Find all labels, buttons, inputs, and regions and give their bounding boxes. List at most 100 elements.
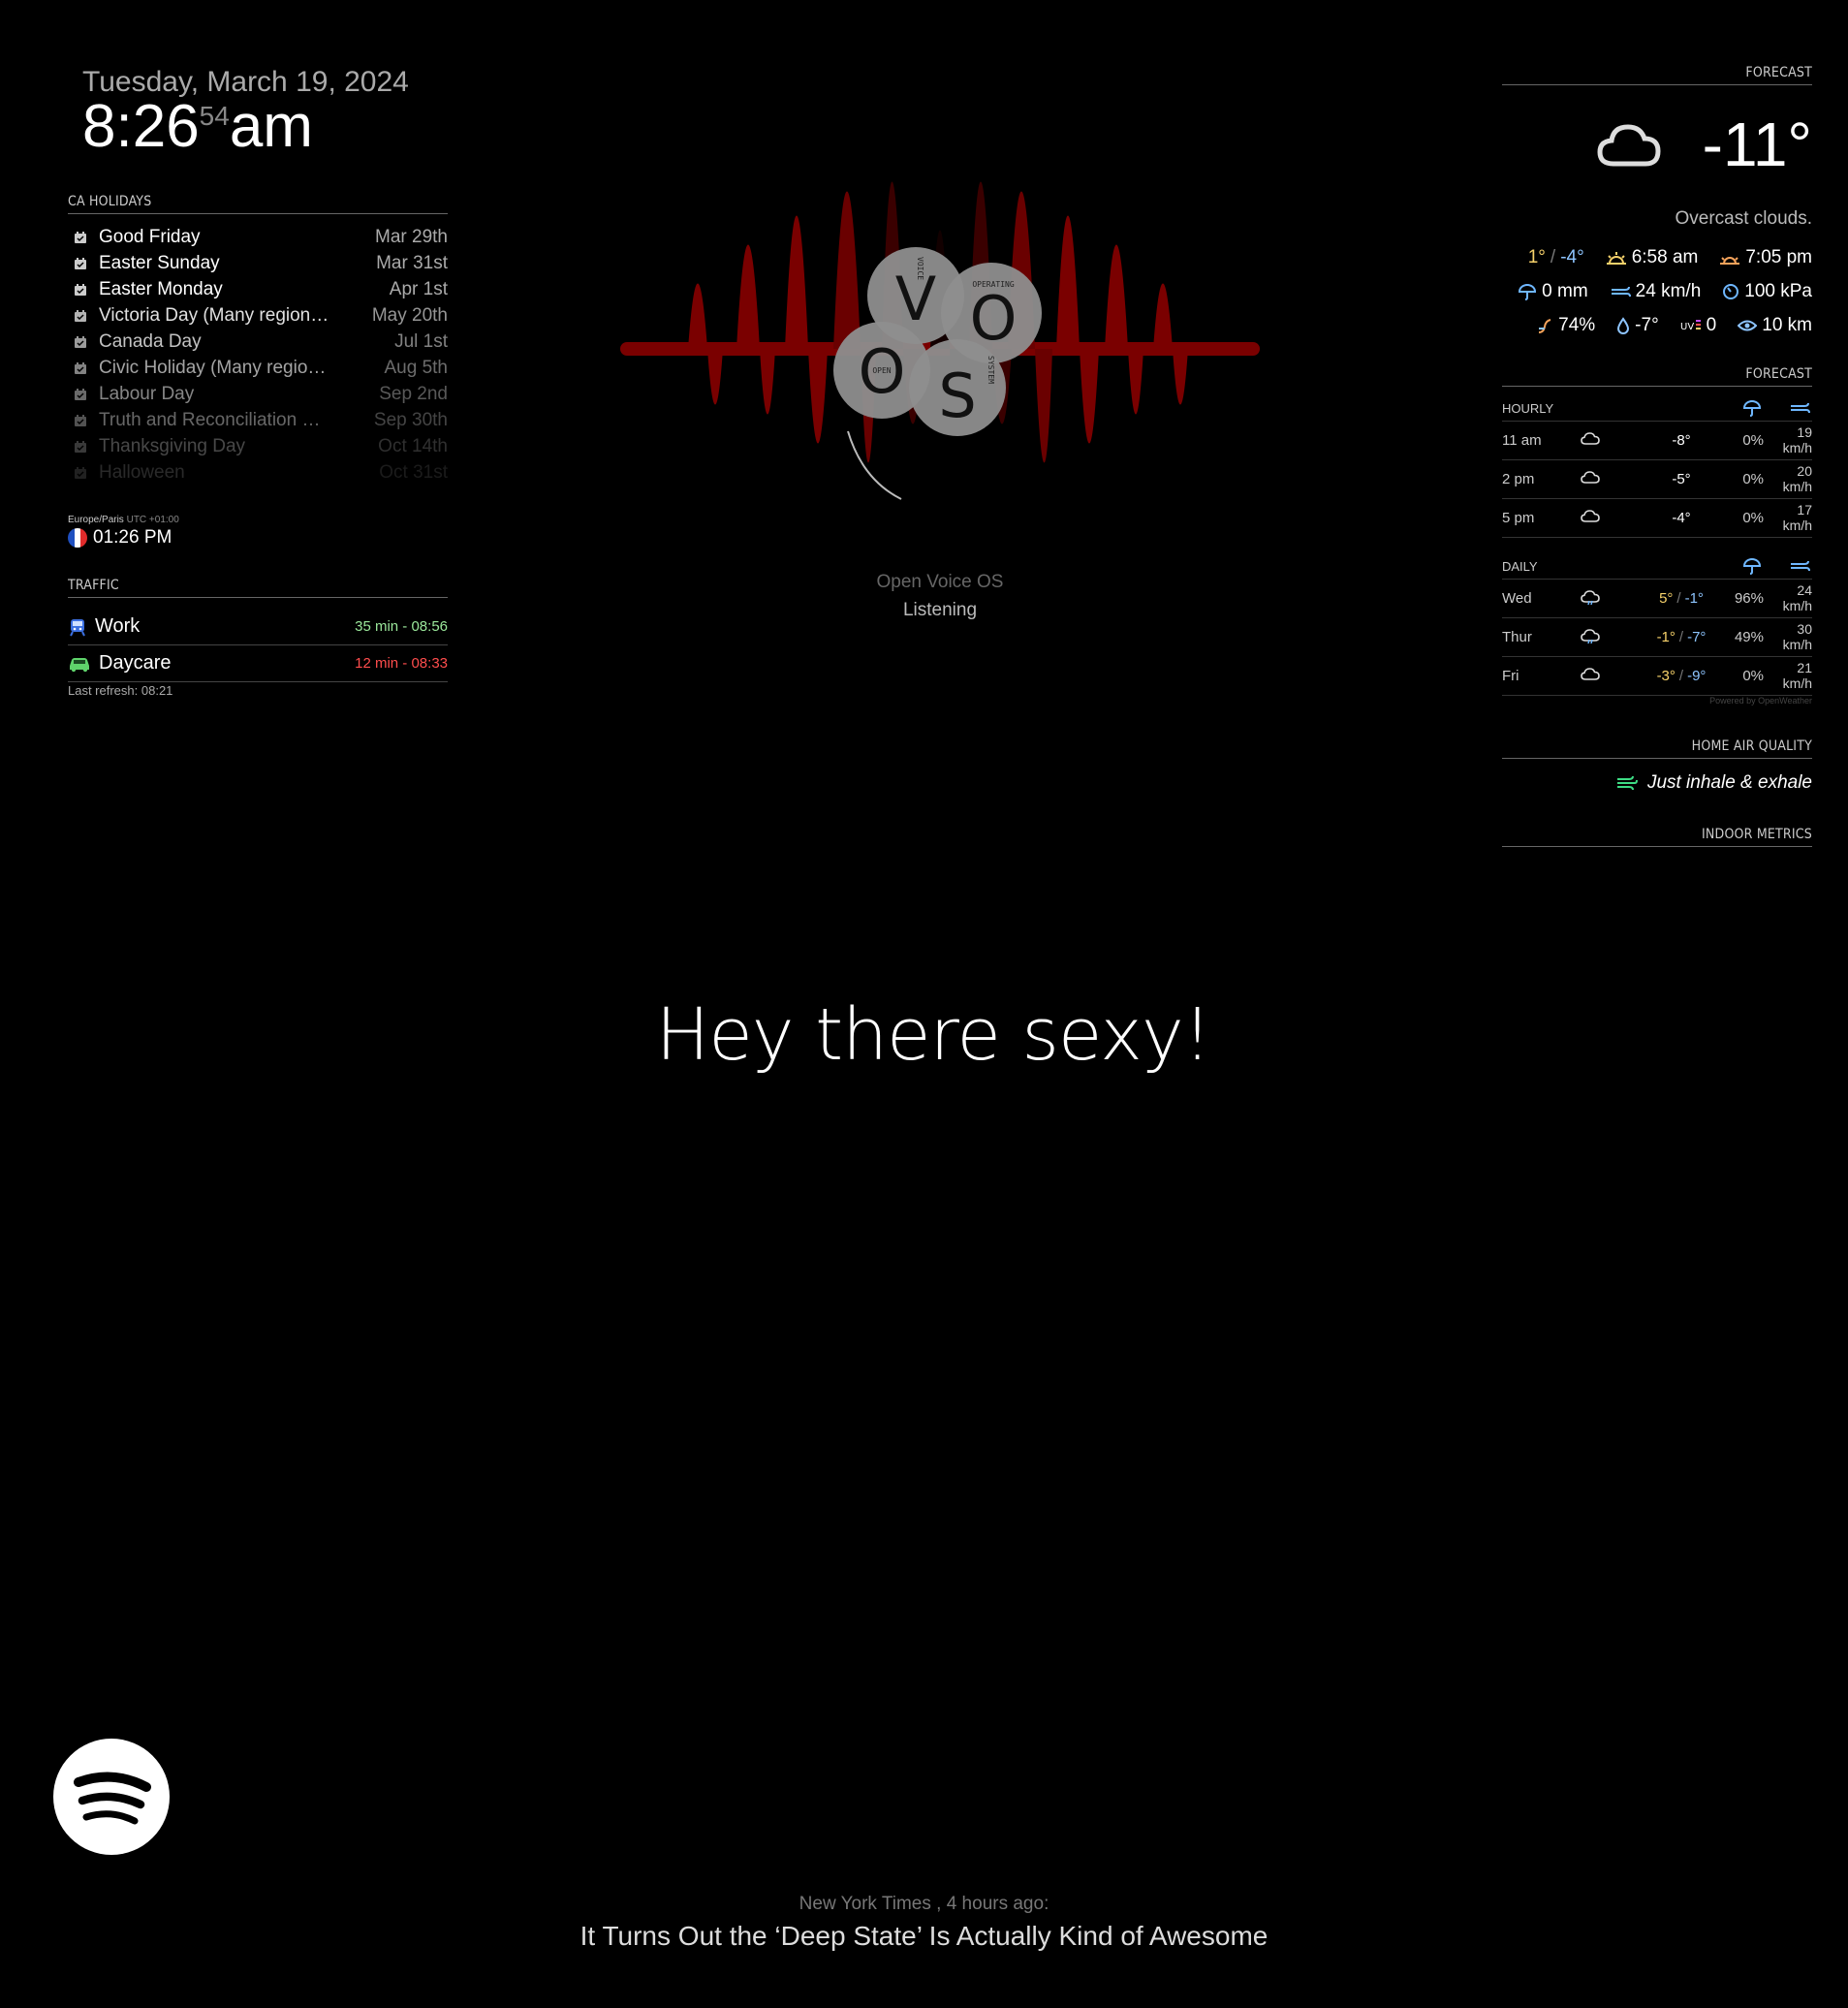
air-quality-text: Just inhale & exhale — [1646, 772, 1812, 793]
forecast-header: FORECAST — [1502, 65, 1812, 85]
holiday-name: Easter Sunday — [99, 252, 220, 273]
ovos-logo-o: O — [970, 283, 1018, 354]
traffic-header: TRAFFIC — [68, 578, 448, 598]
holiday-row: Civic Holiday (Many regio… Aug 5th — [68, 355, 448, 381]
time-seconds: 54 — [199, 101, 230, 131]
holiday-date: Oct 31st — [379, 461, 448, 483]
current-row-2: 0 mm 24 km/h 100 kPa — [1502, 281, 1812, 302]
time-display: 8:2654am — [82, 97, 313, 157]
daily-wind-value: 21 — [1797, 660, 1812, 676]
calendar-icon — [75, 414, 86, 426]
holiday-date: Oct 14th — [378, 435, 448, 456]
daily-lo: -1° — [1684, 590, 1704, 607]
time-ampm: am — [229, 93, 313, 160]
calendar-icon — [75, 440, 86, 453]
pressure-value: 100 kPa — [1744, 281, 1812, 301]
holiday-name: Truth and Reconciliation … — [99, 409, 321, 430]
daily-label: DAILY — [1502, 558, 1538, 574]
daily-wind: 21 km/h — [1764, 660, 1812, 691]
daily-forecast: DAILY Wed 5° / -1° 96% 24 km/h Thur -1° / -7° 49% 30… — [1502, 553, 1812, 696]
sunrise: 6:58 am — [1606, 247, 1699, 268]
france-flag-icon — [68, 528, 87, 548]
holiday-row: Good Friday Mar 29th — [68, 224, 448, 250]
holiday-name: Labour Day — [99, 383, 195, 404]
humidity: 74% — [1536, 315, 1595, 336]
umbrella-icon — [1519, 284, 1537, 300]
sunset-time: 7:05 pm — [1745, 247, 1812, 267]
hourly-row: 2 pm -5° 0% 20 km/h — [1502, 460, 1812, 499]
uv-icon: UV — [1680, 320, 1701, 332]
news-source: New York Times , 4 hours ago: — [799, 1894, 1049, 1914]
holidays-header: CA HOLIDAYS — [68, 194, 448, 214]
hi-lo: 1° / -4° — [1527, 247, 1584, 267]
holiday-date: May 20th — [371, 304, 448, 326]
holiday-date: Apr 1st — [389, 278, 448, 299]
ovos-logo-voice: VOICE — [916, 257, 924, 280]
ovos-logo-open: OPEN — [872, 366, 891, 375]
holiday-name: Halloween — [99, 461, 185, 483]
hourly-pop: 0% — [1742, 510, 1764, 526]
hourly-time: 5 pm — [1502, 510, 1535, 526]
lo-temp: -4° — [1560, 247, 1584, 267]
air-quality-header: HOME AIR QUALITY — [1502, 738, 1812, 759]
ovos-logo: V O O S OPERATING OPEN VOICE SYSTEM — [620, 181, 1260, 500]
sunset-icon — [1720, 257, 1740, 265]
daily-row: Thur -1° / -7° 49% 30 km/h — [1502, 618, 1812, 657]
ovos-logo-v: V — [895, 264, 936, 334]
holiday-row: Victoria Day (Many region… May 20th — [68, 302, 448, 329]
hourly-time: 2 pm — [1502, 471, 1535, 487]
daily-day: Thur — [1502, 629, 1532, 645]
precip: 0 mm — [1518, 281, 1588, 302]
wind-icon — [1791, 560, 1810, 572]
traffic-route-label: Daycare — [99, 652, 172, 674]
calendar-icon — [75, 335, 86, 348]
daily-hi: -3° — [1656, 668, 1676, 684]
daily-wind-unit: km/h — [1782, 597, 1812, 613]
news-headline[interactable]: It Turns Out the ‘Deep State’ Is Actuall… — [291, 1921, 1557, 1952]
spotify-icon[interactable] — [53, 1739, 170, 1855]
daily-hilo: -1° / -7° — [1656, 629, 1707, 645]
holiday-name: Civic Holiday (Many regio… — [99, 357, 327, 378]
hourly-label: HOURLY — [1502, 400, 1554, 416]
holiday-row: Labour Day Sep 2nd — [68, 381, 448, 407]
calendar-icon — [75, 283, 86, 296]
holiday-row: Thanksgiving Day Oct 14th — [68, 433, 448, 459]
daily-wind: 30 km/h — [1764, 621, 1812, 652]
dewpoint-value: -7° — [1635, 315, 1659, 335]
current-weather: -11° — [1502, 109, 1812, 180]
traffic-route-eta: 12 min - 08:33 — [355, 655, 448, 672]
cloud-rain-icon — [1581, 589, 1600, 605]
holiday-name: Canada Day — [99, 330, 202, 352]
hourly-wind-value: 20 — [1797, 463, 1812, 480]
visibility-value: 10 km — [1762, 315, 1812, 335]
pressure: 100 kPa — [1722, 281, 1812, 302]
hourly-temp: -8° — [1672, 432, 1691, 449]
forecast2-header: FORECAST — [1502, 366, 1812, 387]
current-row-3: 74% -7° UV 0 10 km — [1502, 315, 1812, 336]
cloud-icon — [1581, 470, 1600, 484]
calendar-icon — [75, 388, 86, 400]
sunrise-time: 6:58 am — [1631, 247, 1699, 267]
daily-rows: Wed 5° / -1° 96% 24 km/h Thur -1° / -7° 49% 30 km/h Fr… — [1502, 580, 1812, 696]
holiday-name: Thanksgiving Day — [99, 435, 246, 456]
current-desc: Overcast clouds. — [1675, 208, 1813, 229]
holiday-date: Jul 1st — [394, 330, 448, 352]
traffic-route-daycare: Daycare 12 min - 08:33 — [68, 645, 448, 682]
calendar-icon — [75, 231, 86, 243]
cloud-rain-icon — [1581, 628, 1600, 643]
holiday-name: Easter Monday — [99, 278, 223, 299]
train-icon — [70, 618, 85, 636]
umbrella-icon — [1742, 400, 1762, 417]
hourly-wind: 19 km/h — [1764, 424, 1812, 455]
ovos-logo-system: SYSTEM — [987, 356, 995, 384]
powered-by: Powered by OpenWeather — [1709, 696, 1812, 706]
time-hm: 8:26 — [82, 93, 200, 160]
hourly-rows: 11 am -8° 0% 19 km/h 2 pm -5° 0% 20 km/h 5 pm -4° 0%… — [1502, 422, 1812, 538]
hourly-row: 11 am -8° 0% 19 km/h — [1502, 422, 1812, 460]
hourly-wind-unit: km/h — [1782, 517, 1812, 533]
air-quality: Just inhale & exhale — [1502, 772, 1812, 794]
sunset: 7:05 pm — [1719, 247, 1812, 268]
holiday-name: Victoria Day (Many region… — [99, 304, 329, 326]
compliment-text: Hey there sexy! — [655, 993, 1212, 1077]
hourly-time: 11 am — [1502, 432, 1542, 449]
